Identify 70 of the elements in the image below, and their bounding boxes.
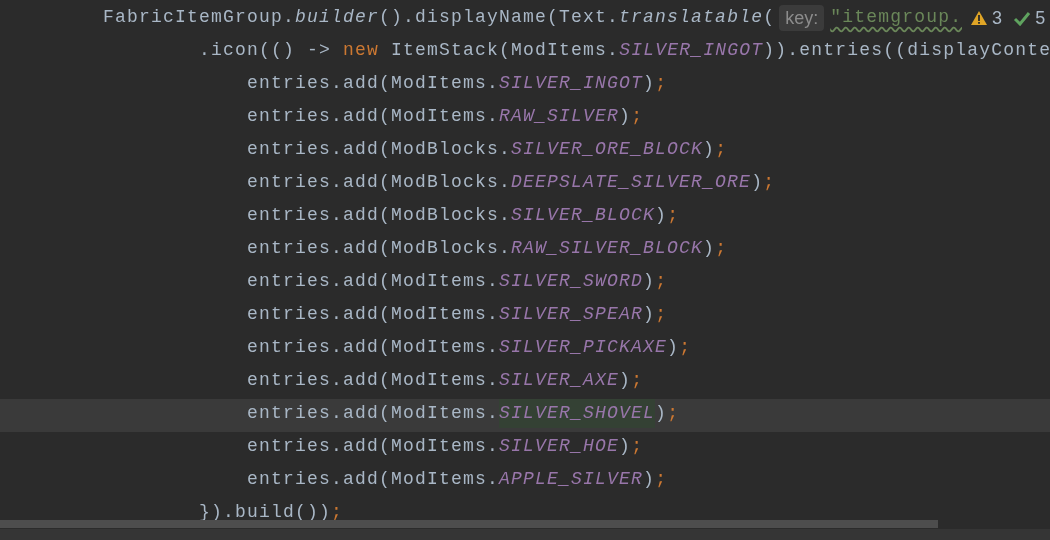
code-text: entries.add(ModItems. [246, 303, 500, 326]
code-text: entries.add(ModBlocks. [246, 171, 512, 194]
warning-icon[interactable] [970, 10, 988, 26]
constant-name: RAW_SILVER_BLOCK [511, 237, 704, 260]
constant-name: RAW_SILVER [499, 105, 620, 128]
constant-name: SILVER_HOE [499, 435, 620, 458]
code-text: entries.add(ModBlocks. [246, 237, 512, 260]
constant-name: SILVER_ORE_BLOCK [511, 138, 704, 161]
code-text: entries.add(ModItems. [246, 435, 500, 458]
highlighted-constant: SILVER_SHOVEL [499, 399, 656, 428]
code-text: ) [643, 303, 656, 326]
code-text: entries.add(ModItems. [246, 72, 500, 95]
code-text: ) [619, 105, 632, 128]
keyword: new [343, 39, 380, 62]
semicolon: ; [631, 105, 644, 128]
string-literal: "itemgroup. [830, 6, 963, 29]
constant-name: DEEPSLATE_SILVER_ORE [511, 171, 752, 194]
code-text: ) [619, 435, 632, 458]
scrollbar-thumb[interactable] [0, 520, 938, 528]
code-text: entries.add(ModItems. [246, 369, 500, 392]
constant-name: APPLE_SILVER [499, 468, 644, 491]
code-text: ( [763, 6, 776, 29]
code-text: entries.add(ModBlocks. [246, 138, 512, 161]
semicolon: ; [715, 237, 728, 260]
constant-name: SILVER_PICKAXE [499, 336, 668, 359]
constant-name: SILVER_INGOT [619, 39, 764, 62]
code-text: ) [643, 468, 656, 491]
code-text: ) [751, 171, 764, 194]
code-text: }).build()) [198, 501, 332, 524]
semicolon: ; [655, 303, 668, 326]
warning-count: 3 [992, 7, 1004, 29]
code-text: entries.add(ModItems. [246, 336, 500, 359]
code-text: )).entries((displayConte [763, 39, 1050, 62]
semicolon: ; [331, 501, 344, 524]
code-text: FabricItemGroup. [102, 6, 296, 29]
code-text: ) [703, 138, 716, 161]
method-name: translatable [619, 6, 764, 29]
code-text: ().displayName(Text. [379, 6, 620, 29]
semicolon: ; [655, 72, 668, 95]
semicolon: ; [715, 138, 728, 161]
code-text: ItemStack(ModItems. [390, 39, 620, 62]
inlay-hint: key: [779, 4, 825, 31]
code-text: ) [619, 369, 632, 392]
code-text: entries.add(ModItems. [246, 270, 500, 293]
semicolon: ; [763, 171, 776, 194]
constant-name: SILVER_SPEAR [499, 303, 644, 326]
semicolon: ; [679, 336, 692, 359]
code-text: .icon(() -> [198, 39, 333, 62]
code-text: ) [667, 336, 680, 359]
semicolon: ; [631, 369, 644, 392]
checkmark-icon[interactable] [1013, 10, 1032, 26]
passed-count: 5 [1035, 7, 1047, 29]
code-text: ) [643, 72, 656, 95]
semicolon: ; [655, 270, 668, 293]
code-text: ) [655, 402, 668, 425]
code-text: entries.add(ModItems. [246, 402, 500, 425]
constant-name: SILVER_SWORD [499, 270, 644, 293]
semicolon: ; [667, 204, 680, 227]
code-text: entries.add(ModItems. [246, 105, 500, 128]
code-text: entries.add(ModBlocks. [246, 204, 512, 227]
code-text: ) [655, 204, 668, 227]
code-text: ) [643, 270, 656, 293]
code-text: ) [703, 237, 716, 260]
semicolon: ; [667, 402, 680, 425]
constant-name: SILVER_AXE [499, 369, 620, 392]
method-name: builder [295, 6, 380, 29]
constant-name: SILVER_INGOT [499, 72, 644, 95]
semicolon: ; [655, 468, 668, 491]
constant-name: SILVER_BLOCK [511, 204, 656, 227]
semicolon: ; [631, 435, 644, 458]
